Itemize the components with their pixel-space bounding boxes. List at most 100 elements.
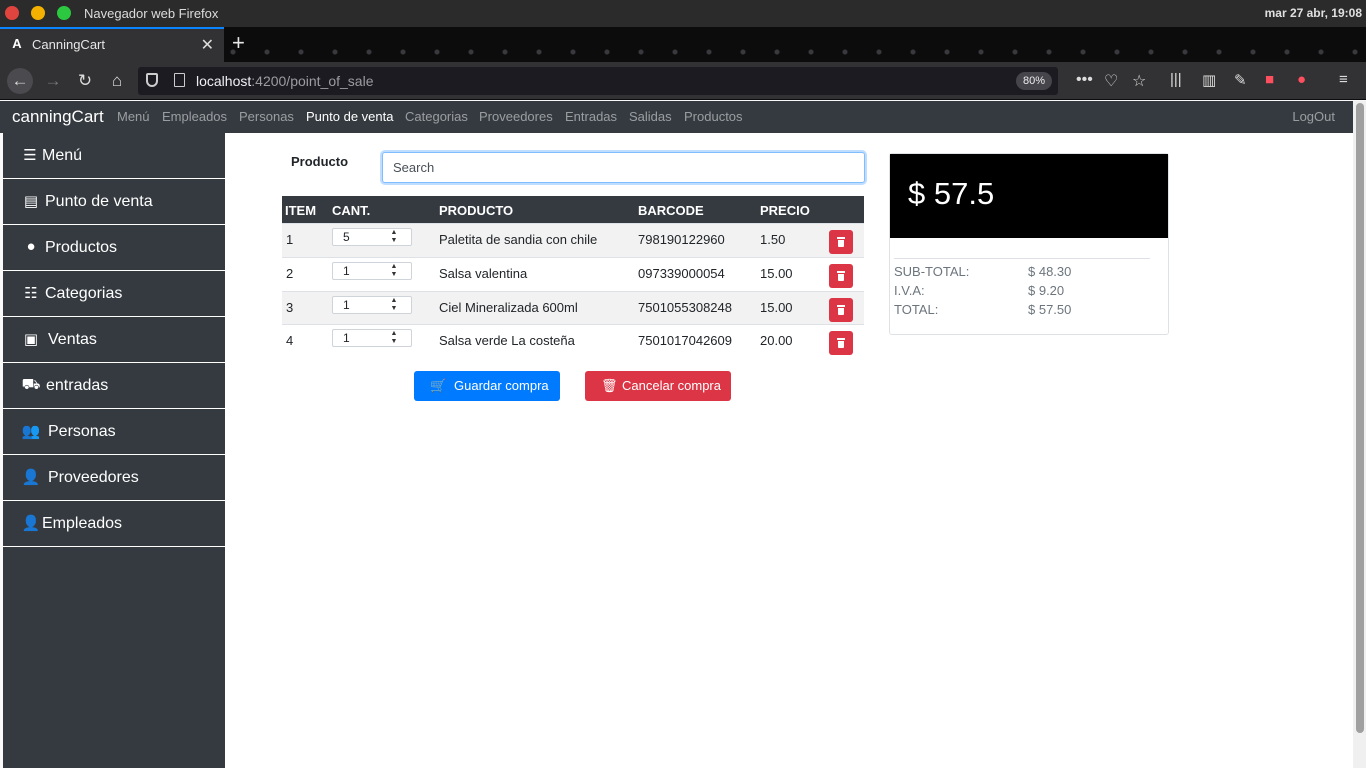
sidebar-item-entradas[interactable]: ⛟ entradas — [3, 363, 225, 409]
home-icon[interactable]: ⌂ — [104, 69, 130, 93]
more-actions-icon[interactable]: ••• — [1076, 71, 1093, 89]
sidebar-item-label: Proveedores — [48, 469, 139, 486]
maximize-window-icon[interactable] — [57, 6, 71, 20]
delete-row-button[interactable] — [829, 230, 853, 254]
zoom-badge[interactable]: 80% — [1016, 72, 1052, 90]
nav-link-menu[interactable]: Menú — [117, 109, 150, 124]
item-number: 2 — [286, 266, 294, 281]
barcode: 798190122960 — [638, 232, 725, 247]
nav-link-personas[interactable]: Personas — [239, 109, 294, 124]
total-value: $ 57.50 — [1028, 302, 1072, 317]
nav-link-punto-de-venta[interactable]: Punto de venta — [306, 109, 393, 124]
trash-icon: 🗑 — [601, 378, 618, 393]
cash-register-icon: ▤ — [23, 193, 39, 210]
minimize-window-icon[interactable] — [31, 6, 45, 20]
users-icon: 👥 — [21, 423, 41, 440]
adblock-icon[interactable]: ● — [1297, 71, 1306, 88]
new-tab-icon[interactable]: + — [232, 30, 245, 56]
reload-icon[interactable]: ↻ — [72, 69, 98, 93]
save-purchase-button[interactable]: 🛒 Guardar compra — [414, 371, 560, 401]
close-tab-icon[interactable]: ✕ — [201, 35, 214, 55]
table-row: 3 1 ▲ ▼ Ciel Mineralizada 600ml 750105530… — [282, 291, 864, 325]
extension-brush-icon[interactable]: ✎ — [1234, 71, 1247, 89]
hamburger-menu-icon[interactable]: ≡ — [1339, 71, 1348, 88]
sidebar-item-empleados[interactable]: 👤 Empleados — [3, 501, 225, 547]
table-header: ITEM CANT. PRODUCTO BARCODE PRECIO — [282, 196, 864, 223]
iva-label: I.V.A: — [894, 283, 925, 298]
pocket-icon[interactable]: ♡ — [1104, 71, 1118, 91]
system-clock[interactable]: mar 27 abr, 19:08 — [1265, 6, 1362, 20]
column-header-price: PRECIO — [760, 203, 810, 218]
quantity-value: 1 — [343, 298, 350, 312]
sidebar-toggle-icon[interactable]: ▥ — [1202, 71, 1216, 89]
sidebar-item-punto-de-venta[interactable]: ▤ Punto de venta — [3, 179, 225, 225]
nav-link-entradas[interactable]: Entradas — [565, 109, 617, 124]
nav-link-proveedores[interactable]: Proveedores — [479, 109, 553, 124]
column-header-item: ITEM — [285, 203, 317, 218]
sidebar-item-categorias[interactable]: ☷ Categorias — [3, 271, 225, 317]
scrollbar-thumb[interactable] — [1356, 103, 1364, 733]
quantity-stepper[interactable]: 1 ▲ ▼ — [332, 262, 412, 280]
back-icon[interactable]: ← — [7, 68, 33, 94]
column-header-product: PRODUCTO — [439, 203, 514, 218]
spinner-arrows-icon[interactable]: ▲ ▼ — [389, 263, 399, 279]
library-icon[interactable]: ||| — [1170, 71, 1182, 88]
forward-icon[interactable]: → — [40, 69, 66, 93]
nav-link-empleados[interactable]: Empleados — [162, 109, 227, 124]
sidebar-item-label: entradas — [46, 377, 109, 394]
barcode: 7501055308248 — [638, 300, 732, 315]
bars-icon: ☰ — [23, 147, 37, 164]
bookmark-star-icon[interactable]: ☆ — [1132, 71, 1146, 91]
total-display: $ 57.5 — [890, 154, 1168, 238]
spinner-arrows-icon[interactable]: ▲ ▼ — [389, 330, 399, 346]
close-window-icon[interactable] — [5, 6, 19, 20]
url-bar[interactable]: localhost:4200/point_of_sale 80% ••• ♡ ☆ — [138, 67, 1146, 95]
page-info-icon[interactable] — [174, 73, 185, 87]
browser-tab[interactable]: A CanningCart ✕ — [0, 27, 224, 62]
app-navbar: canningCart Menú Empleados Personas Punt… — [0, 101, 1353, 133]
sidebar: ☰ Menú ▤ Punto de venta ● Productos ☷ Ca… — [3, 133, 225, 768]
user-cog-icon: 👤 — [21, 469, 41, 486]
brand[interactable]: canningCart — [12, 107, 104, 127]
url-text[interactable]: localhost:4200/point_of_sale — [196, 73, 373, 89]
quantity-stepper[interactable]: 1 ▲ ▼ — [332, 329, 412, 347]
nav-link-productos[interactable]: Productos — [684, 109, 743, 124]
sidebar-item-menu[interactable]: ☰ Menú — [3, 133, 225, 179]
sidebar-item-label: Menú — [42, 147, 83, 164]
product-label: Producto — [291, 154, 349, 169]
iva-value: $ 9.20 — [1028, 283, 1065, 298]
delete-row-button[interactable] — [829, 298, 853, 322]
nav-link-salidas[interactable]: Salidas — [629, 109, 672, 124]
sidebar-item-label: Punto de venta — [45, 193, 153, 210]
sidebar-item-label: Productos — [45, 239, 118, 256]
spinner-arrows-icon[interactable]: ▲ ▼ — [389, 297, 399, 313]
spinner-arrows-icon[interactable]: ▲ ▼ — [389, 229, 399, 245]
sidebar-item-proveedores[interactable]: 👤 Proveedores — [3, 455, 225, 501]
quantity-value: 1 — [343, 331, 350, 345]
nav-link-categorias[interactable]: Categorias — [405, 109, 468, 124]
extension-badge-icon[interactable]: ■ — [1265, 71, 1274, 88]
url-host: localhost — [196, 73, 252, 89]
cancel-purchase-button[interactable]: 🗑 Cancelar compra — [585, 371, 731, 401]
quantity-stepper[interactable]: 5 ▲ ▼ — [332, 228, 412, 246]
table-row: 2 1 ▲ ▼ Salsa valentina 097339000054 15.0… — [282, 257, 864, 291]
delete-row-button[interactable] — [829, 264, 853, 288]
page-scrollbar[interactable] — [1353, 101, 1366, 768]
quantity-stepper[interactable]: 1 ▲ ▼ — [332, 296, 412, 314]
logout-link[interactable]: LogOut — [1292, 109, 1335, 124]
sidebar-item-personas[interactable]: 👥 Personas — [3, 409, 225, 455]
cart-icon: 🛒 — [430, 378, 447, 393]
price: 1.50 — [760, 232, 786, 247]
tracking-shield-icon[interactable] — [146, 73, 158, 87]
cancel-purchase-label: Cancelar compra — [622, 378, 721, 393]
delete-row-button[interactable] — [829, 331, 853, 355]
sidebar-item-productos[interactable]: ● Productos — [3, 225, 225, 271]
price: 15.00 — [760, 300, 793, 315]
sidebar-item-label: Categorias — [45, 285, 123, 302]
big-total-amount: $ 57.5 — [908, 176, 995, 211]
product-name: Salsa verde La costeña — [439, 333, 575, 348]
product-search-input[interactable] — [382, 152, 865, 183]
sidebar-item-ventas[interactable]: ▣ Ventas — [3, 317, 225, 363]
total-label: TOTAL: — [894, 302, 939, 317]
table-row: 4 1 ▲ ▼ Salsa verde La costeña 7501017042… — [282, 324, 864, 358]
